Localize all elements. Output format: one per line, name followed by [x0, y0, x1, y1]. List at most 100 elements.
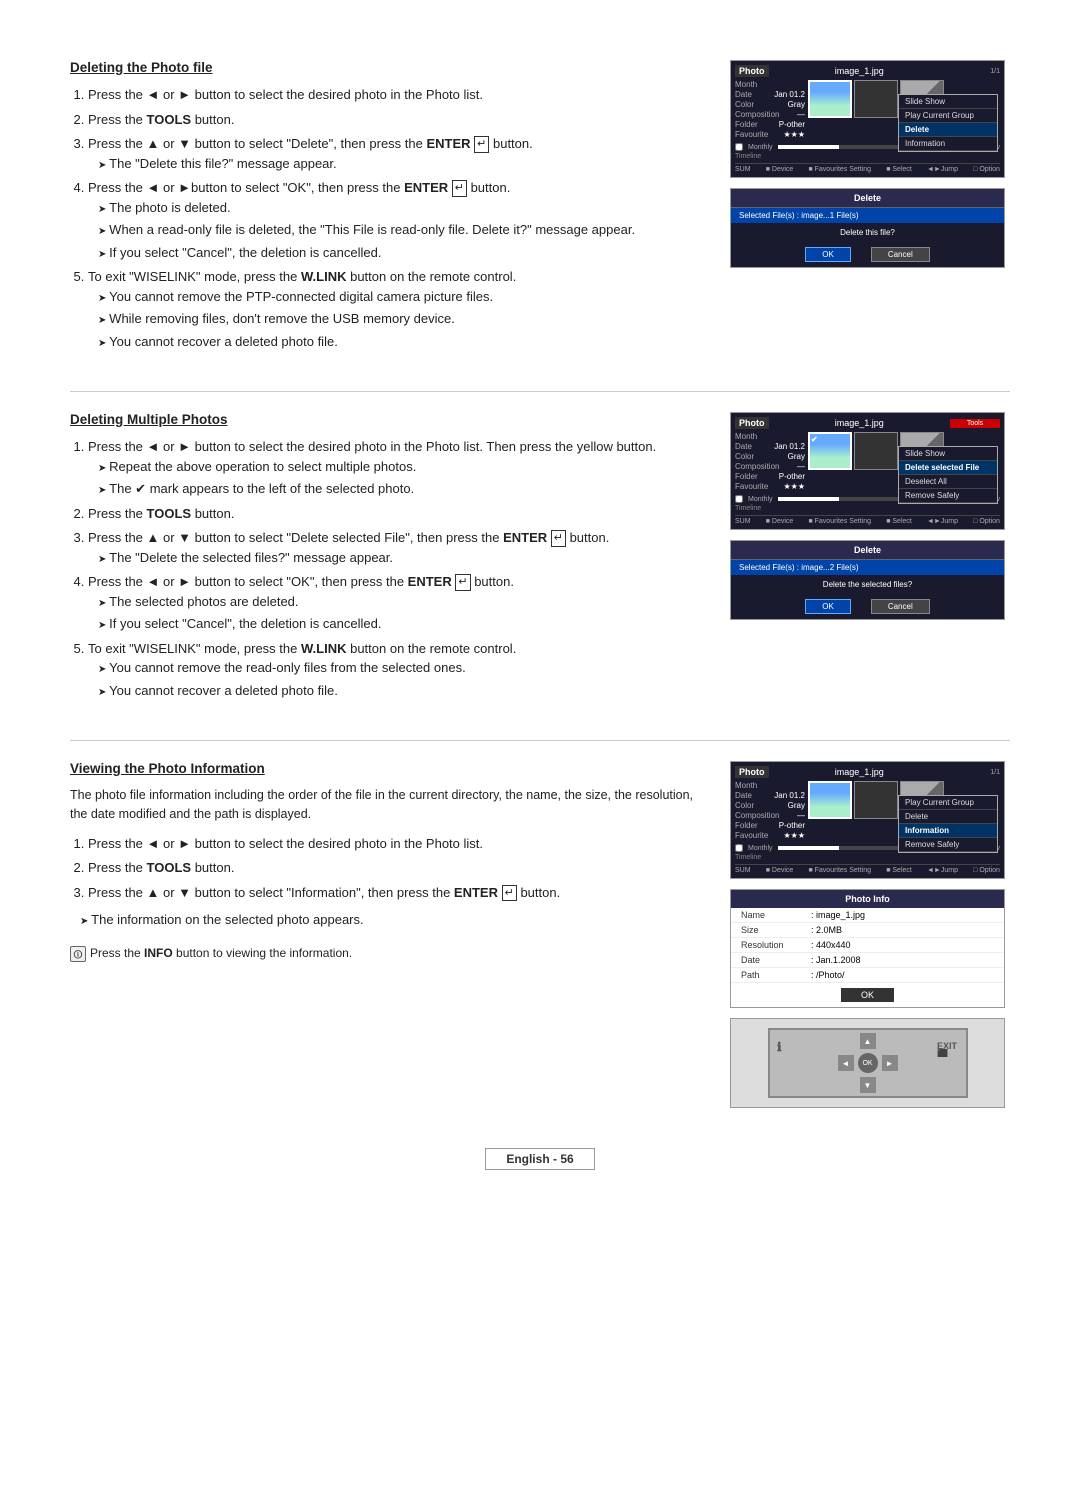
intro-text: The photo file information including the…	[70, 786, 700, 824]
photo-info-date-row: Date : Jan.1.2008	[731, 953, 1004, 968]
content-delete-photo: Deleting the Photo file Press the ◄ or ►…	[70, 60, 700, 359]
exit-label: EXIT ⬛	[937, 1035, 961, 1059]
pref-monthly-3: Monthly	[748, 845, 773, 852]
pref-checkbox-3[interactable]	[735, 844, 743, 852]
photo-info-box: Photo Info Name : image_1.jpg Size : 2.0…	[730, 889, 1005, 1008]
photo-ui-screenshot-2: Photo image_1.jpg Tools Month DateJan 01…	[730, 412, 1005, 530]
photo-info-resolution-row: Resolution : 440x440	[731, 938, 1004, 953]
timeline-label-3: Timeline	[735, 854, 1000, 861]
fav-2: ■ Favourites Setting	[808, 518, 871, 525]
device-3: ■ Device	[766, 867, 794, 874]
note-4-2: When a read-only file is deleted, the "T…	[98, 220, 700, 240]
dialog-buttons-1: OK Cancel	[731, 242, 1004, 267]
step-5: To exit "WISELINK" mode, press the W.LIN…	[88, 267, 700, 351]
multi-note-4-1: The selected photos are deleted.	[98, 592, 700, 612]
menu-play-group-3: Play Current Group	[899, 796, 997, 810]
note-info-button: 🛈 Press the INFO button to viewing the i…	[70, 946, 700, 962]
images-delete-multiple: Photo image_1.jpg Tools Month DateJan 01…	[730, 412, 1010, 708]
note-icon: 🛈	[70, 946, 86, 962]
photo-ui-screenshot-1: Photo image_1.jpg 1/1 Month DateJan 01.2…	[730, 60, 1005, 178]
nav-cross: ▲ ▼ ◄ ► OK	[838, 1033, 898, 1093]
note-info-text: Press the INFO button to viewing the inf…	[90, 946, 352, 960]
pref-monthly-2: Monthly	[748, 496, 773, 503]
dialog-ok-2[interactable]: OK	[805, 599, 851, 614]
nav-right-btn[interactable]: ►	[882, 1055, 898, 1071]
view-info-notes: The information on the selected photo ap…	[80, 910, 700, 930]
info-step-1: Press the ◄ or ► button to select the de…	[88, 834, 700, 854]
nav-left-btn[interactable]: ◄	[838, 1055, 854, 1071]
menu-remove-safely-2: Remove Safely	[899, 489, 997, 503]
option-2: □ Option	[973, 518, 1000, 525]
dialog-buttons-2: OK Cancel	[731, 594, 1004, 619]
photo-info-path-val: : /Photo/	[811, 970, 845, 980]
nav-up-btn[interactable]: ▲	[860, 1033, 876, 1049]
pref-checkbox-2[interactable]	[735, 495, 743, 503]
dialog-title-1: Delete	[731, 189, 1004, 208]
svg-text:⬛: ⬛	[937, 1048, 948, 1057]
menu-deselect-2: Deselect All	[899, 475, 997, 489]
info-step-2: Press the TOOLS button.	[88, 858, 700, 878]
fav-3: ■ Favourites Setting	[808, 867, 871, 874]
pref-monthly-1: Monthly	[748, 144, 773, 151]
sum-2: SUM	[735, 518, 751, 525]
photo-info-size-val: : 2.0MB	[811, 925, 842, 935]
dialog-cancel-2[interactable]: Cancel	[871, 599, 930, 614]
multi-step-1: Press the ◄ or ► button to select the de…	[88, 437, 700, 499]
context-menu-3: Play Current Group Delete Information Re…	[898, 795, 998, 853]
dialog-message-1: Delete this file?	[731, 223, 1004, 242]
heading-view-info: Viewing the Photo Information	[70, 761, 700, 776]
jump-2: ◄►Jump	[927, 518, 958, 525]
step-4: Press the ◄ or ►button to select "OK", t…	[88, 178, 700, 262]
delete-dialog-1: Delete Selected File(s) : image...1 File…	[730, 188, 1005, 268]
photo-info-ok-btn[interactable]: OK	[841, 988, 894, 1002]
option-3: □ Option	[973, 867, 1000, 874]
photo-label-1: Photo	[735, 65, 769, 77]
photo-info-panel-3: Month DateJan 01.2 ColorGray Composition…	[735, 781, 805, 841]
note-4-3: If you select "Cancel", the deletion is …	[98, 243, 700, 263]
photo-info-resolution-key: Resolution	[741, 940, 811, 950]
multi-step-2: Press the TOOLS button.	[88, 504, 700, 524]
view-info-note-1: The information on the selected photo ap…	[80, 910, 700, 930]
dialog-cancel-1[interactable]: Cancel	[871, 247, 930, 262]
filename-3: image_1.jpg	[769, 767, 951, 777]
pref-checkbox-1[interactable]	[735, 143, 743, 151]
bottom-bar-2: SUM ■ Device ■ Favourites Setting ■ Sele…	[735, 515, 1000, 525]
nav-ok-btn[interactable]: OK	[858, 1053, 878, 1073]
heading-delete-photo-file: Deleting the Photo file	[70, 60, 700, 75]
thumb-2-2	[854, 432, 898, 470]
step-3: Press the ▲ or ▼ button to select "Delet…	[88, 134, 700, 173]
note-3-1: The "Delete this file?" message appear.	[98, 154, 700, 174]
thumb-3-1	[808, 781, 852, 819]
dialog-ok-1[interactable]: OK	[805, 247, 851, 262]
menu-slideshow-2: Slide Show	[899, 447, 997, 461]
page-footer: English - 56	[70, 1148, 1010, 1170]
images-view-info: Photo image_1.jpg 1/1 Month DateJan 01.2…	[730, 761, 1010, 1108]
photo-label-2: Photo	[735, 417, 769, 429]
dialog-selected-1: Selected File(s) : image...1 File(s)	[731, 208, 1004, 223]
dialog-selected-2: Selected File(s) : image...2 File(s)	[731, 560, 1004, 575]
page-info-1: 1/1	[950, 68, 1000, 75]
menu-info-3: Information	[899, 824, 997, 838]
dialog-message-2: Delete the selected files?	[731, 575, 1004, 594]
section-delete-photo-file: Deleting the Photo file Press the ◄ or ►…	[70, 60, 1010, 359]
photo-info-date-val: : Jan.1.2008	[811, 955, 861, 965]
info-label: ℹ	[775, 1035, 797, 1059]
thumb-3-2	[854, 781, 898, 819]
option-1: □ Option	[973, 166, 1000, 173]
heading-delete-multiple: Deleting Multiple Photos	[70, 412, 700, 427]
menu-remove-safely-3: Remove Safely	[899, 838, 997, 852]
photo-info-name-val: : image_1.jpg	[811, 910, 865, 920]
thumb-2-1: ✔	[808, 432, 852, 470]
fav-1: ■ Favourites Setting	[808, 166, 871, 173]
note-5-1: You cannot remove the PTP-connected digi…	[98, 287, 700, 307]
photo-label-3: Photo	[735, 766, 769, 778]
bottom-bar-1: SUM ■ Device ■ Favourites Setting ■ Sele…	[735, 163, 1000, 173]
section-view-photo-info: Viewing the Photo Information The photo …	[70, 761, 1010, 1108]
menu-play-group-1: Play Current Group	[899, 109, 997, 123]
multi-note-1-1: Repeat the above operation to select mul…	[98, 457, 700, 477]
content-view-info: Viewing the Photo Information The photo …	[70, 761, 700, 1108]
nav-down-btn[interactable]: ▼	[860, 1077, 876, 1093]
menu-info-1: Information	[899, 137, 997, 151]
multi-step-3: Press the ▲ or ▼ button to select "Delet…	[88, 528, 700, 567]
dialog-title-2: Delete	[731, 541, 1004, 560]
